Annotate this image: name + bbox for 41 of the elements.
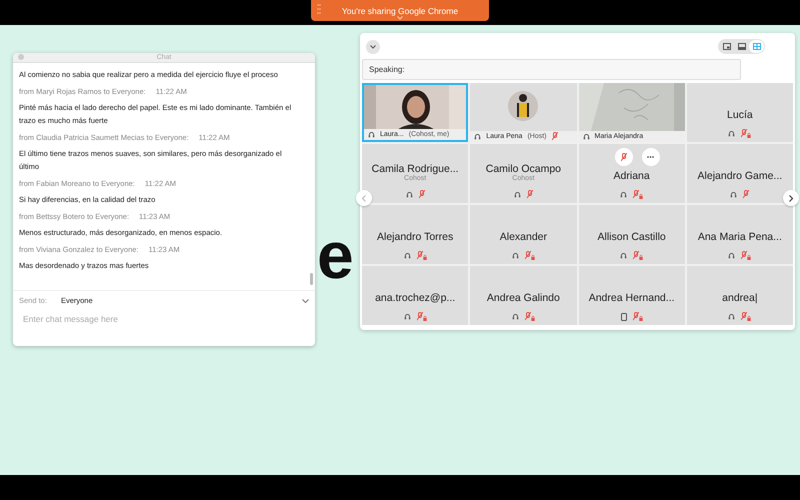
participant-name: Camilo Ocampo: [486, 163, 562, 175]
participant-tile[interactable]: Andrea Hernand...: [578, 266, 685, 325]
participant-name: Adriana: [614, 170, 650, 182]
participant-tile[interactable]: andrea|: [686, 266, 793, 325]
muted-microphone-icon: [620, 152, 627, 162]
slide-text: e: [317, 222, 351, 288]
participant-tile[interactable]: Adriana: [578, 144, 685, 203]
participant-name: Alejandro Torres: [376, 231, 454, 243]
participant-tile[interactable]: Alejandro Game...: [686, 144, 793, 203]
participant-name: Ana Maria Pena...: [698, 231, 782, 243]
speaking-field: Speaking:: [362, 59, 741, 80]
caret-icon: [397, 16, 403, 20]
scrollbar-thumb[interactable]: [310, 273, 313, 285]
participant-tile[interactable]: Alexander: [470, 205, 576, 264]
collapse-button[interactable]: [366, 40, 380, 54]
chevron-right-icon: [789, 194, 793, 202]
participant-name: ana.trochez@p...: [375, 292, 456, 304]
more-button[interactable]: [642, 148, 660, 166]
participant-tile[interactable]: Alejandro Torres: [362, 205, 468, 264]
participant-name: Andrea Hernand...: [588, 292, 675, 304]
participant-name: andrea|: [722, 292, 758, 304]
filmstrip-view-icon: [738, 43, 746, 50]
participant-name: Allison Castillo: [597, 231, 666, 243]
mute-button[interactable]: [614, 148, 633, 166]
drag-handle-icon: [317, 4, 321, 14]
participant-tile[interactable]: Allison Castillo: [578, 205, 685, 264]
grid-view-icon: [752, 43, 760, 50]
participant-name: Alejandro Game...: [698, 170, 782, 182]
participant-tile[interactable]: Andrea Galindo: [470, 266, 576, 325]
participant-name: Andrea Galindo: [486, 292, 560, 304]
chevron-down-icon: [370, 44, 376, 48]
participant-tile[interactable]: Lucía: [686, 83, 793, 142]
participant-name: Camila Rodrigue...: [372, 163, 459, 175]
speaker-view-icon: [722, 43, 730, 50]
chevron-left-icon: [362, 194, 366, 202]
participant-name: Lucía: [727, 109, 753, 121]
participant-tile[interactable]: ana.trochez@p...: [362, 266, 468, 325]
participant-name: Alexander: [500, 231, 548, 243]
participant-tile[interactable]: Ana Maria Pena...: [686, 205, 793, 264]
chevron-down-icon: [302, 298, 309, 302]
next-page-button[interactable]: [783, 190, 799, 206]
